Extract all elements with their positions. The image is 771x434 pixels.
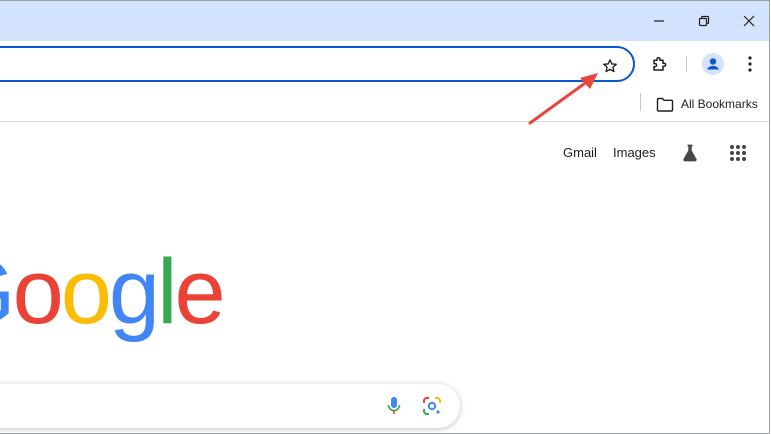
logo-letter-e: e (174, 241, 226, 343)
bookmarks-separator (640, 93, 641, 111)
logo-letter-o2: o (60, 241, 112, 343)
logo-letter-l: l (157, 241, 178, 343)
lens-search-button[interactable] (420, 394, 444, 418)
bookmark-star-button[interactable] (598, 54, 622, 78)
star-icon (603, 59, 617, 73)
gmail-link[interactable]: Gmail (563, 145, 597, 160)
kebab-menu-icon (748, 56, 752, 72)
all-bookmarks-button[interactable]: All Bookmarks (656, 93, 758, 115)
folder-icon (656, 97, 674, 112)
minimize-icon (654, 20, 664, 22)
close-button[interactable] (726, 3, 769, 39)
profile-button[interactable] (699, 50, 727, 78)
google-homepage: Gmail Images Google (0, 122, 769, 433)
voice-search-button[interactable] (382, 394, 406, 418)
toolbar-separator (686, 56, 687, 72)
logo-letter-o1: o (12, 241, 64, 343)
toolbar (0, 41, 769, 87)
extensions-button[interactable] (646, 50, 674, 78)
google-logo: Google (0, 241, 226, 343)
minimize-button[interactable] (636, 3, 682, 39)
restore-button[interactable] (681, 3, 727, 39)
title-bar (0, 1, 769, 41)
microphone-icon (387, 397, 401, 414)
chrome-menu-button[interactable] (736, 50, 764, 78)
puzzle-icon (653, 56, 667, 71)
avatar-icon (702, 53, 724, 75)
all-bookmarks-label: All Bookmarks (681, 97, 758, 111)
restore-icon (698, 15, 710, 27)
logo-letter-g: G (0, 242, 16, 342)
apps-grid-icon (730, 145, 746, 161)
logo-letter-g2: g (108, 241, 160, 343)
close-icon (743, 15, 755, 27)
browser-window: All Bookmarks Gmail Images Google (0, 0, 770, 434)
search-labs-button[interactable] (676, 139, 704, 167)
address-bar[interactable] (0, 46, 635, 82)
bookmarks-bar: All Bookmarks (0, 87, 769, 122)
google-apps-button[interactable] (724, 139, 752, 167)
google-lens-icon (423, 397, 441, 415)
images-link[interactable]: Images (613, 145, 656, 160)
flask-icon (683, 144, 697, 162)
search-box[interactable] (0, 384, 460, 428)
